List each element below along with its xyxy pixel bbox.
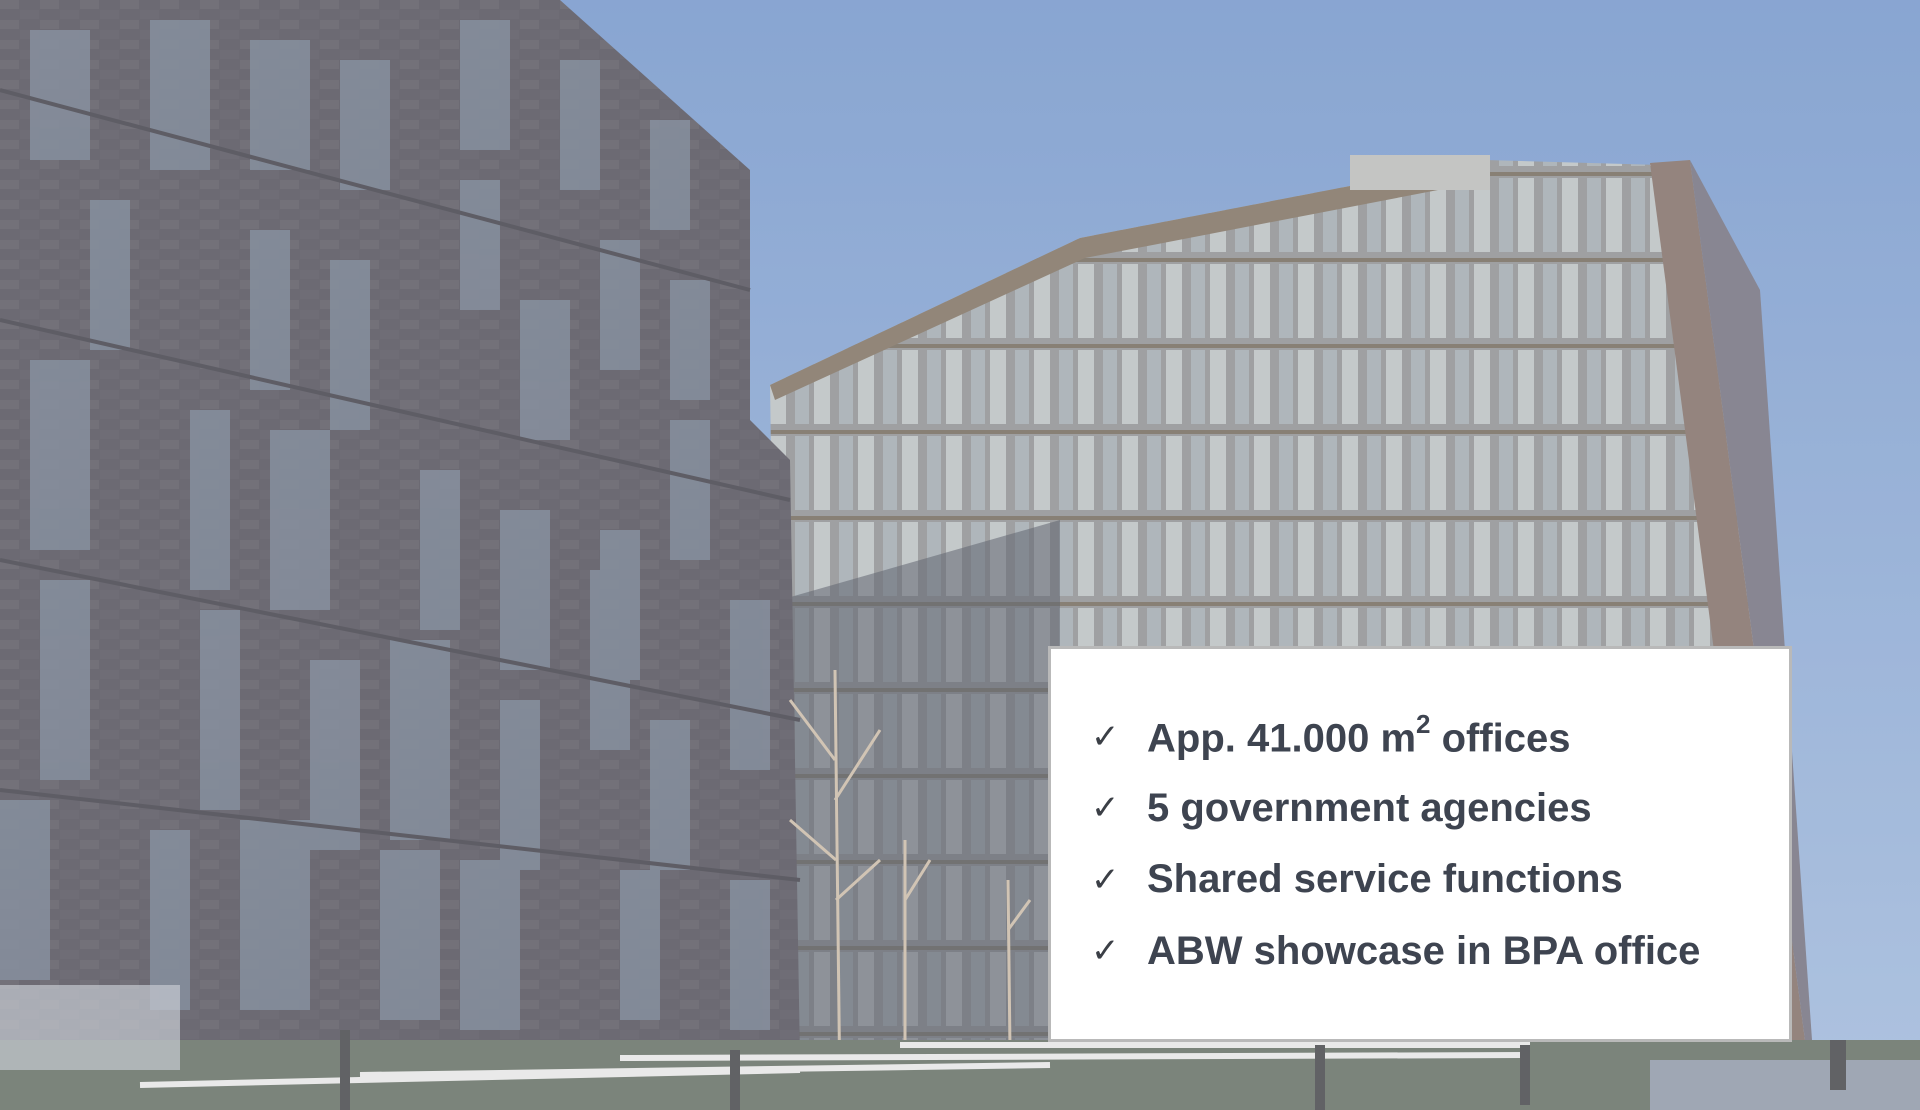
check-icon: ✓ <box>1091 788 1120 829</box>
check-icon: ✓ <box>1091 859 1120 900</box>
list-item: ✓ App. 41.000 m2 offices <box>1091 701 1700 773</box>
feature-list: ✓ App. 41.000 m2 offices ✓ 5 government … <box>1091 701 1700 987</box>
check-icon: ✓ <box>1091 931 1120 972</box>
feature-text: 5 government agencies <box>1147 785 1592 830</box>
check-icon: ✓ <box>1091 716 1120 757</box>
feature-text: App. 41.000 m2 offices <box>1147 708 1571 760</box>
left-building <box>0 0 801 1060</box>
list-item: ✓ Shared service functions <box>1091 844 1700 916</box>
feature-text: Shared service functions <box>1147 857 1623 902</box>
feature-text: ABW showcase in BPA office <box>1147 928 1701 973</box>
list-item: ✓ ABW showcase in BPA office <box>1091 916 1700 988</box>
info-card: ✓ App. 41.000 m2 offices ✓ 5 government … <box>1048 646 1792 1042</box>
list-item: ✓ 5 government agencies <box>1091 773 1700 845</box>
